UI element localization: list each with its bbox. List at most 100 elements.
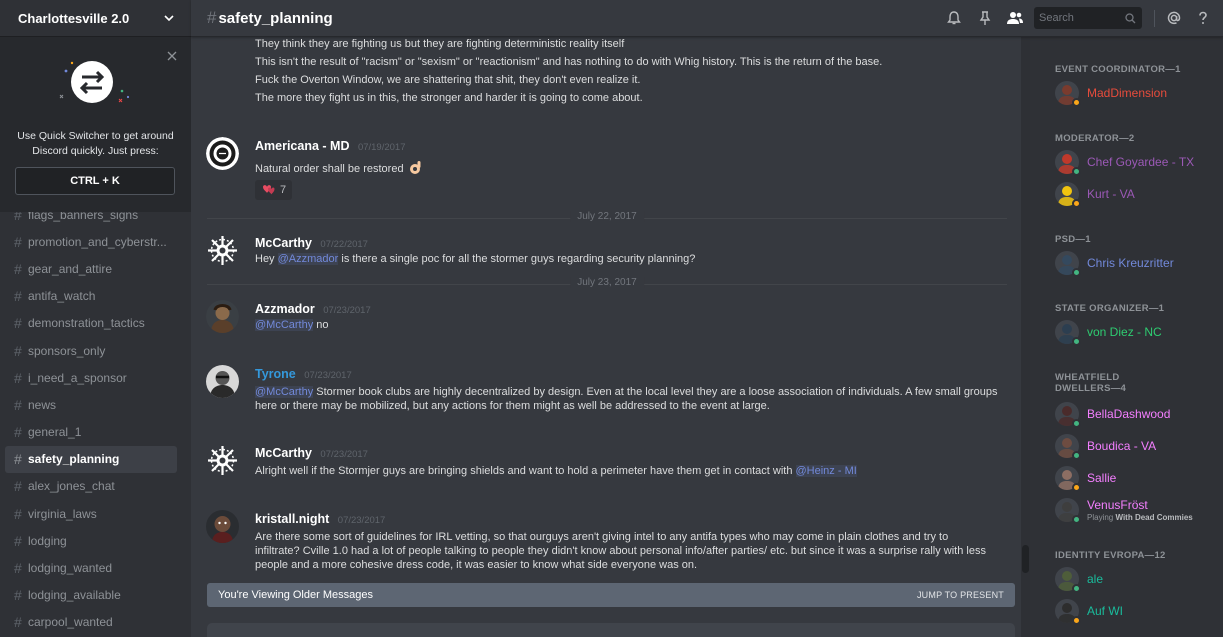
member-item[interactable]: Sallie (1055, 465, 1116, 492)
ok-hand-emoji-icon (409, 161, 421, 174)
channel-label: carpool_wanted (28, 615, 113, 630)
channel-carpool-wanted[interactable]: # carpool_wanted (5, 609, 177, 636)
search-icon (1125, 12, 1136, 23)
status-indicator (1072, 483, 1081, 492)
quick-switcher-illustration (59, 61, 130, 103)
member-item[interactable]: BellaDashwood (1055, 401, 1170, 428)
member-item[interactable]: MadDimension (1055, 80, 1167, 107)
channel-label: gear_and_attire (28, 261, 113, 276)
older-messages-bar[interactable]: You're Viewing Older Messages JUMP TO PR… (207, 583, 1015, 607)
message-timestamp: 07/23/2017 (304, 370, 352, 381)
chat-header: # safety_planning (191, 0, 1223, 37)
message-composer[interactable] (207, 623, 1015, 637)
channel-virginia-laws[interactable]: # virginia_laws (5, 500, 177, 527)
avatar (1055, 320, 1081, 346)
at-icon[interactable] (1166, 10, 1182, 26)
message-author[interactable]: Americana - MD (255, 139, 349, 153)
message-author[interactable]: Azzmador (255, 302, 315, 316)
channel-antifa-watch[interactable]: # antifa_watch (5, 283, 177, 310)
message-scrollbar[interactable] (1021, 37, 1030, 637)
server-header[interactable]: Charlottesville 2.0 (0, 0, 191, 37)
member-name: von Diez - NC (1087, 325, 1162, 339)
message-author[interactable]: McCarthy (255, 446, 312, 460)
member-list: EVENT COORDINATOR—1 MadDimension MODERATOR… (1030, 37, 1223, 637)
member-item[interactable]: VenusFröst Playing With Dead Commies (1055, 497, 1193, 524)
avatar[interactable] (206, 234, 239, 267)
channel-general-1[interactable]: # general_1 (5, 419, 177, 446)
channel-sponsors-only[interactable]: # sponsors_only (5, 337, 177, 364)
role-header: STATE ORGANIZER—1 (1055, 303, 1165, 314)
role-header: WHEATFIELD DWELLERS—4 (1055, 372, 1127, 394)
message-author[interactable]: kristall.night (255, 512, 329, 526)
hash-icon: # (14, 478, 22, 495)
member-item[interactable]: von Diez - NC (1055, 319, 1162, 346)
message-author[interactable]: Tyrone (255, 367, 296, 381)
avatar[interactable] (206, 510, 239, 543)
channel-lodging-wanted[interactable]: # lodging_wanted (5, 554, 177, 581)
scrollbar-thumb[interactable] (1022, 545, 1029, 573)
message-text: is there a single poc for all the storme… (338, 253, 696, 265)
member-name: Boudica - VA (1087, 439, 1157, 453)
avatar (1055, 251, 1081, 277)
reaction-button[interactable]: 7 (255, 180, 293, 200)
avatar[interactable] (206, 300, 239, 333)
channel-news[interactable]: # news (5, 391, 177, 418)
chevron-down-icon (164, 15, 174, 22)
channel-label: lodging_available (28, 588, 121, 603)
user-mention[interactable]: @Heinz - MI (795, 465, 857, 477)
help-icon[interactable] (1195, 10, 1211, 26)
message-text: Are there some sort of guidelines for IR… (255, 531, 986, 571)
member-activity: Playing With Dead Commies (1087, 513, 1193, 522)
avatar[interactable] (206, 365, 239, 398)
channel-gear-and-attire[interactable]: # gear_and_attire (5, 255, 177, 282)
quick-switcher-shortcut[interactable]: CTRL + K (15, 167, 175, 195)
channel-i-need-a-sponsor[interactable]: # i_need_a_sponsor (5, 364, 177, 391)
avatar[interactable] (206, 444, 239, 477)
bell-icon[interactable] (946, 10, 962, 26)
member-item[interactable]: Boudica - VA (1055, 433, 1157, 460)
status-indicator (1072, 584, 1081, 593)
member-item[interactable]: ale (1055, 566, 1103, 593)
message-author[interactable]: McCarthy (255, 236, 312, 250)
channel-lodging[interactable]: # lodging (5, 527, 177, 554)
member-item[interactable]: Chef Goyardee - TX (1055, 149, 1194, 176)
search-box[interactable] (1034, 7, 1142, 29)
channel-promotion-and-cyberstr[interactable]: # promotion_and_cyberstr... (5, 228, 177, 255)
user-mention[interactable]: @McCarthy (255, 386, 314, 398)
pin-icon[interactable] (977, 10, 993, 26)
member-name: Chris Kreuzritter (1087, 256, 1174, 270)
hash-icon: # (14, 288, 22, 305)
user-mention[interactable]: @Azzmador (277, 253, 339, 265)
hash-icon: # (14, 505, 22, 522)
channel-label: antifa_watch (28, 289, 96, 304)
member-item[interactable]: Chris Kreuzritter (1055, 250, 1174, 277)
message-text: Hey (255, 253, 278, 265)
member-item[interactable]: Auf WI (1055, 598, 1123, 625)
channel-demonstration-tactics[interactable]: # demonstration_tactics (5, 310, 177, 337)
channel-label: promotion_and_cyberstr... (28, 234, 167, 249)
message-timestamp: 07/23/2017 (323, 305, 371, 316)
members-icon[interactable] (1006, 10, 1024, 26)
member-item[interactable]: Kurt - VA (1055, 181, 1135, 208)
search-input[interactable] (1039, 12, 1121, 24)
jump-to-present-button[interactable]: JUMP TO PRESENT (917, 590, 1004, 600)
quick-switcher-text: Use Quick Switcher to get around Discord… (17, 130, 174, 157)
close-icon[interactable] (167, 51, 177, 61)
channel-alex-jones-chat[interactable]: # alex_jones_chat (5, 473, 177, 500)
status-indicator (1072, 268, 1081, 277)
hash-icon: # (14, 532, 22, 549)
channel-safety-planning[interactable]: # safety_planning (5, 445, 177, 473)
avatar (1055, 150, 1081, 176)
channel-label: demonstration_tactics (28, 316, 145, 331)
avatar (1055, 498, 1081, 524)
channel-list: # flags_banners_signs # promotion_and_cyber… (0, 201, 191, 636)
quick-switcher-popup: Use Quick Switcher to get around Discord… (0, 37, 191, 212)
hash-icon: # (14, 560, 22, 577)
role-header: MODERATOR—2 (1055, 133, 1135, 144)
avatar[interactable] (206, 137, 239, 170)
role-header: EVENT COORDINATOR—1 (1055, 64, 1181, 75)
avatar (1055, 402, 1081, 428)
channel-lodging-available[interactable]: # lodging_available (5, 582, 177, 609)
user-mention[interactable]: @McCarthy (255, 319, 314, 331)
role-header: IDENTITY EVROPA—12 (1055, 550, 1166, 561)
